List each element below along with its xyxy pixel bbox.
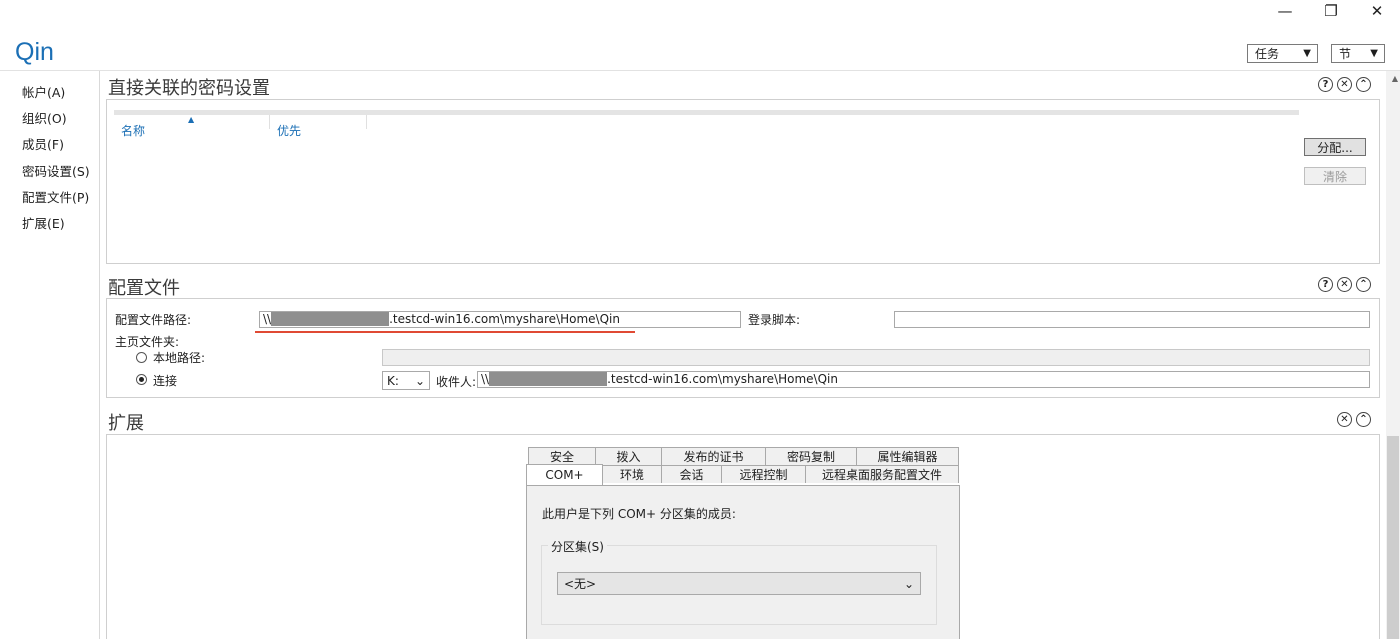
tab-com-plus[interactable]: COM+: [526, 464, 603, 485]
tasks-dropdown-label: 任务: [1255, 47, 1280, 61]
tab-dial-in[interactable]: 拨入: [595, 447, 662, 465]
connect-path-suffix: .testcd-win16.com\myshare\Home\Qin: [607, 372, 838, 386]
window-controls: — ❐ ✕: [1262, 0, 1400, 22]
nav-item-member-of[interactable]: 成员(F): [22, 134, 64, 153]
connect-path-prefix: \\: [481, 372, 490, 386]
close-icon[interactable]: ✕: [1337, 412, 1352, 427]
profile-controls: ? ✕ ⌃: [1318, 277, 1371, 292]
nav-item-extensions[interactable]: 扩展(E): [22, 213, 65, 232]
restore-button[interactable]: ❐: [1308, 0, 1354, 22]
redacted-block: [271, 312, 390, 326]
local-path-radio[interactable]: [136, 352, 147, 363]
minimize-button[interactable]: —: [1262, 0, 1308, 22]
tab-password-replication[interactable]: 密码复制: [765, 447, 857, 465]
collapse-icon[interactable]: ⌃: [1356, 412, 1371, 427]
chevron-down-icon: ⌄: [903, 576, 914, 591]
profile-path-prefix: \\: [263, 312, 272, 326]
tasks-dropdown[interactable]: 任务 ▼: [1247, 44, 1318, 63]
close-window-button[interactable]: ✕: [1354, 0, 1400, 22]
nav-item-profile[interactable]: 配置文件(P): [22, 187, 89, 206]
drive-letter-select[interactable]: K: ⌄: [382, 371, 430, 390]
page-title: Qin: [15, 38, 54, 66]
partition-set-select[interactable]: <无> ⌄: [557, 572, 921, 595]
extensions-controls: ✕ ⌃: [1337, 412, 1371, 427]
drive-letter-value: K:: [387, 373, 399, 388]
com-plus-description: 此用户是下列 COM+ 分区集的成员:: [542, 507, 736, 521]
tab-sessions[interactable]: 会话: [661, 465, 722, 483]
nav-item-organization[interactable]: 组织(O): [22, 108, 67, 127]
collapse-icon[interactable]: ⌃: [1356, 77, 1371, 92]
chevron-down-icon: ▼: [1303, 48, 1311, 59]
sections-dropdown[interactable]: 节 ▼: [1331, 44, 1385, 63]
to-label: 收件人:: [436, 375, 477, 389]
tab-environment[interactable]: 环境: [602, 465, 662, 483]
chevron-down-icon: ▼: [1370, 48, 1378, 59]
chevron-down-icon: ⌄: [414, 373, 425, 388]
logon-script-label: 登录脚本:: [748, 313, 801, 327]
profile-title: 配置文件: [108, 278, 180, 299]
connect-path-input[interactable]: \\ .testcd-win16.com\myshare\Home\Qin: [477, 371, 1370, 388]
tab-remote-desktop-profile[interactable]: 远程桌面服务配置文件: [805, 465, 959, 483]
nav-item-account[interactable]: 帐户(A): [22, 82, 65, 101]
connect-radio[interactable]: [136, 374, 147, 385]
sidebar-nav: 帐户(A) 组织(O) 成员(F) 密码设置(S) 配置文件(P) 扩展(E): [0, 71, 100, 639]
highlight-underline: [255, 331, 635, 333]
scrollbar-thumb[interactable]: [1387, 436, 1399, 639]
password-settings-title: 直接关联的密码设置: [108, 78, 270, 99]
home-folder-label: 主页文件夹:: [115, 335, 180, 349]
column-header-precedence[interactable]: 优先: [277, 122, 301, 139]
help-icon[interactable]: ?: [1318, 277, 1333, 292]
clear-button[interactable]: 清除: [1304, 167, 1366, 185]
password-settings-controls: ? ✕ ⌃: [1318, 77, 1371, 92]
partition-set-label: 分区集(S): [548, 538, 607, 555]
close-icon[interactable]: ✕: [1337, 277, 1352, 292]
sections-dropdown-label: 节: [1339, 47, 1352, 61]
local-path-input[interactable]: [382, 349, 1370, 366]
close-icon[interactable]: ✕: [1337, 77, 1352, 92]
column-divider: [366, 115, 367, 129]
help-icon[interactable]: ?: [1318, 77, 1333, 92]
tab-security[interactable]: 安全: [528, 447, 596, 465]
tab-published-certificates[interactable]: 发布的证书: [661, 447, 766, 465]
partition-set-value: <无>: [564, 577, 597, 591]
redacted-block: [489, 372, 608, 386]
header-divider: [0, 70, 1400, 71]
connect-label: 连接: [153, 374, 178, 388]
profile-path-label: 配置文件路径:: [115, 313, 192, 327]
local-path-label: 本地路径:: [153, 351, 206, 365]
logon-script-input[interactable]: [894, 311, 1370, 328]
column-divider: [269, 115, 270, 129]
nav-item-password-settings[interactable]: 密码设置(S): [22, 161, 90, 180]
password-settings-table[interactable]: 名称 ▲ 优先: [114, 110, 1299, 260]
tab-remote-control[interactable]: 远程控制: [721, 465, 806, 483]
extensions-title: 扩展: [108, 413, 144, 434]
collapse-icon[interactable]: ⌃: [1356, 277, 1371, 292]
sort-ascending-icon: ▲: [188, 115, 195, 124]
scroll-up-icon[interactable]: ▲: [1392, 74, 1398, 83]
assign-button[interactable]: 分配...: [1304, 138, 1366, 156]
column-header-name[interactable]: 名称: [121, 122, 145, 139]
profile-path-input[interactable]: \\ .testcd-win16.com\myshare\Home\Qin: [259, 311, 741, 328]
profile-path-suffix: .testcd-win16.com\myshare\Home\Qin: [389, 312, 620, 326]
tab-attribute-editor[interactable]: 属性编辑器: [856, 447, 959, 465]
